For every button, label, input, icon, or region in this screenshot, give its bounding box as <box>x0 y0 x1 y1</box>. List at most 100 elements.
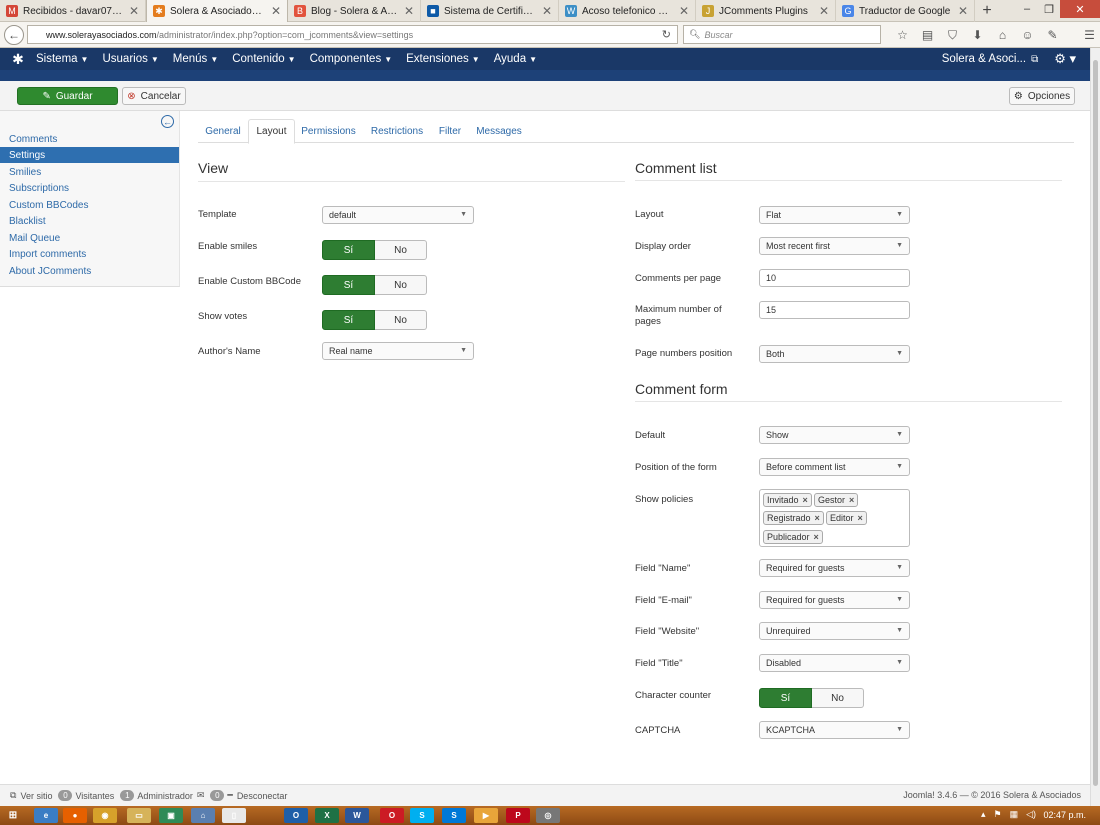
author-name-select[interactable]: Real name ▼ <box>322 342 474 360</box>
counter-no-option[interactable]: No <box>812 688 864 708</box>
field-name-select[interactable]: Required for guests ▼ <box>759 559 910 577</box>
word-icon[interactable]: W <box>345 808 369 823</box>
policy-chip[interactable]: Editor × <box>826 511 867 525</box>
max-pages-input[interactable]: 15 <box>759 301 910 319</box>
back-arrow-icon[interactable]: ← <box>4 24 24 45</box>
sidebar-item[interactable]: Comments <box>0 131 179 147</box>
messages-badge[interactable]: 0 <box>210 790 225 801</box>
view-site-link[interactable]: Ver sitio <box>20 791 52 801</box>
opera-icon[interactable]: O <box>380 808 404 823</box>
tab-filter[interactable]: Filter <box>431 119 469 143</box>
browser-tab[interactable]: B Blog - Solera & Asociados ✕ <box>288 0 421 22</box>
close-tab-icon[interactable]: ✕ <box>129 4 139 18</box>
extension-icon[interactable]: ✎ <box>1040 26 1065 44</box>
browser-search-input[interactable]: 🔍︎ Buscar <box>683 25 881 44</box>
scrollbar-thumb[interactable] <box>1093 60 1098 786</box>
explorer-icon[interactable]: ▭ <box>127 808 151 823</box>
sidebar-item[interactable]: Mail Queue <box>0 230 179 246</box>
clipboard-icon[interactable]: ▤ <box>915 26 940 44</box>
close-tab-icon[interactable]: ✕ <box>404 4 414 18</box>
close-tab-icon[interactable]: ✕ <box>679 4 689 18</box>
browser-tab[interactable]: G Traductor de Google ✕ <box>836 0 975 22</box>
tray-arrow-icon[interactable]: ▴ <box>981 809 986 820</box>
tab-messages[interactable]: Messages <box>470 119 528 143</box>
policy-chip[interactable]: Invitado × <box>763 493 812 507</box>
admin-menu-item[interactable]: Componentes ▼ <box>310 53 393 65</box>
captcha-select[interactable]: KCAPTCHA ▼ <box>759 721 910 739</box>
browser-tab[interactable]: M Recibidos - davar07@g... ✕ <box>0 0 146 22</box>
admin-menu-item[interactable]: Sistema ▼ <box>36 53 88 65</box>
votes-no-option[interactable]: No <box>375 310 427 330</box>
smiles-no-option[interactable]: No <box>375 240 427 260</box>
remove-icon[interactable]: × <box>858 513 863 523</box>
smiles-yes-option[interactable]: Sí <box>322 240 375 260</box>
sidebar-item[interactable]: Blacklist <box>0 213 179 229</box>
joomla-logo-icon[interactable]: ✱ <box>0 48 36 70</box>
ie-icon[interactable]: e <box>34 808 58 823</box>
sidebar-item[interactable]: Custom BBCodes <box>0 197 179 213</box>
sidebar-item[interactable]: About JComments <box>0 263 179 279</box>
show-votes-toggle[interactable]: Sí No <box>322 310 427 330</box>
field-email-select[interactable]: Required for guests ▼ <box>759 591 910 609</box>
page-numbers-position-select[interactable]: Both ▼ <box>759 345 910 363</box>
remove-icon[interactable]: × <box>814 532 819 542</box>
save-button[interactable]: ✎ Guardar <box>17 87 118 105</box>
new-tab-button[interactable]: + <box>975 0 999 22</box>
camera-icon[interactable]: ◎ <box>536 808 560 823</box>
admin-menu-item[interactable]: Menús ▼ <box>173 53 218 65</box>
minimize-icon[interactable]: – <box>1016 0 1038 18</box>
home-icon[interactable]: ⌂ <box>191 808 215 823</box>
close-tab-icon[interactable]: ✕ <box>819 4 829 18</box>
comments-per-page-input[interactable]: 10 <box>759 269 910 287</box>
volume-icon[interactable]: ◁) <box>1026 809 1036 820</box>
close-window-icon[interactable]: ✕ <box>1060 0 1100 18</box>
network-icon[interactable]: ▦ <box>1010 809 1019 820</box>
close-tab-icon[interactable]: ✕ <box>542 4 552 18</box>
votes-yes-option[interactable]: Sí <box>322 310 375 330</box>
show-policies-multiselect[interactable]: Invitado × Gestor × Registrado × Editor × Pu… <box>759 489 910 547</box>
outlook-icon[interactable]: O <box>284 808 308 823</box>
notepad-icon[interactable]: ▯ <box>222 808 246 823</box>
enable-bbcode-toggle[interactable]: Sí No <box>322 275 427 295</box>
sidebar-item[interactable]: Settings <box>0 147 179 163</box>
default-select[interactable]: Show ▼ <box>759 426 910 444</box>
url-bar[interactable]: www.solerayasociados.com/administrator/i… <box>27 25 678 44</box>
options-button[interactable]: ⚙ Opciones <box>1009 87 1075 105</box>
restore-icon[interactable]: ❐ <box>1038 0 1060 18</box>
tab-general[interactable]: General <box>198 119 248 143</box>
admin-menu-item[interactable]: Contenido ▼ <box>232 53 295 65</box>
close-tab-icon[interactable]: ✕ <box>271 4 281 18</box>
admin-menu-item[interactable]: Usuarios ▼ <box>102 53 158 65</box>
policy-chip[interactable]: Publicador × <box>763 530 823 544</box>
remove-icon[interactable]: × <box>815 513 820 523</box>
enable-smiles-toggle[interactable]: Sí No <box>322 240 427 260</box>
remove-icon[interactable]: × <box>849 495 854 505</box>
logout-link[interactable]: Desconectar <box>237 791 288 801</box>
display-order-select[interactable]: Most recent first ▼ <box>759 237 910 255</box>
browser-tab[interactable]: ✱ Solera & Asociados - Ad... ✕ <box>146 0 288 22</box>
policy-chip[interactable]: Gestor × <box>814 493 859 507</box>
bookmark-star-icon[interactable]: ☆ <box>890 26 915 44</box>
counter-yes-option[interactable]: Sí <box>759 688 812 708</box>
form-position-select[interactable]: Before comment list ▼ <box>759 458 910 476</box>
firefox-icon[interactable]: ● <box>63 808 87 823</box>
download-icon[interactable]: ⬇ <box>965 26 990 44</box>
policy-chip[interactable]: Registrado × <box>763 511 824 525</box>
taskbar-clock[interactable]: 02:47 p.m. <box>1043 810 1086 820</box>
field-title-select[interactable]: Disabled ▼ <box>759 654 910 672</box>
cancel-button[interactable]: ⊗ Cancelar <box>122 87 186 105</box>
field-website-select[interactable]: Unrequired ▼ <box>759 622 910 640</box>
windows-start-icon[interactable]: ⊞ <box>2 808 24 823</box>
bbcode-yes-option[interactable]: Sí <box>322 275 375 295</box>
browser-tab[interactable]: W Acoso telefonico por de... ✕ <box>559 0 696 22</box>
browser-tab[interactable]: J JComments Plugins ✕ <box>696 0 836 22</box>
skype-icon[interactable]: S <box>410 808 434 823</box>
admin-menu-item[interactable]: Ayuda ▼ <box>494 53 537 65</box>
reload-icon[interactable]: ↻ <box>662 28 671 41</box>
tab-restrictions[interactable]: Restrictions <box>364 119 430 143</box>
page-scrollbar[interactable] <box>1090 48 1100 806</box>
bbcode-no-option[interactable]: No <box>375 275 427 295</box>
template-select[interactable]: default ▼ <box>322 206 474 224</box>
pocket-icon[interactable]: ⛉ <box>940 26 965 44</box>
layout-select[interactable]: Flat ▼ <box>759 206 910 224</box>
